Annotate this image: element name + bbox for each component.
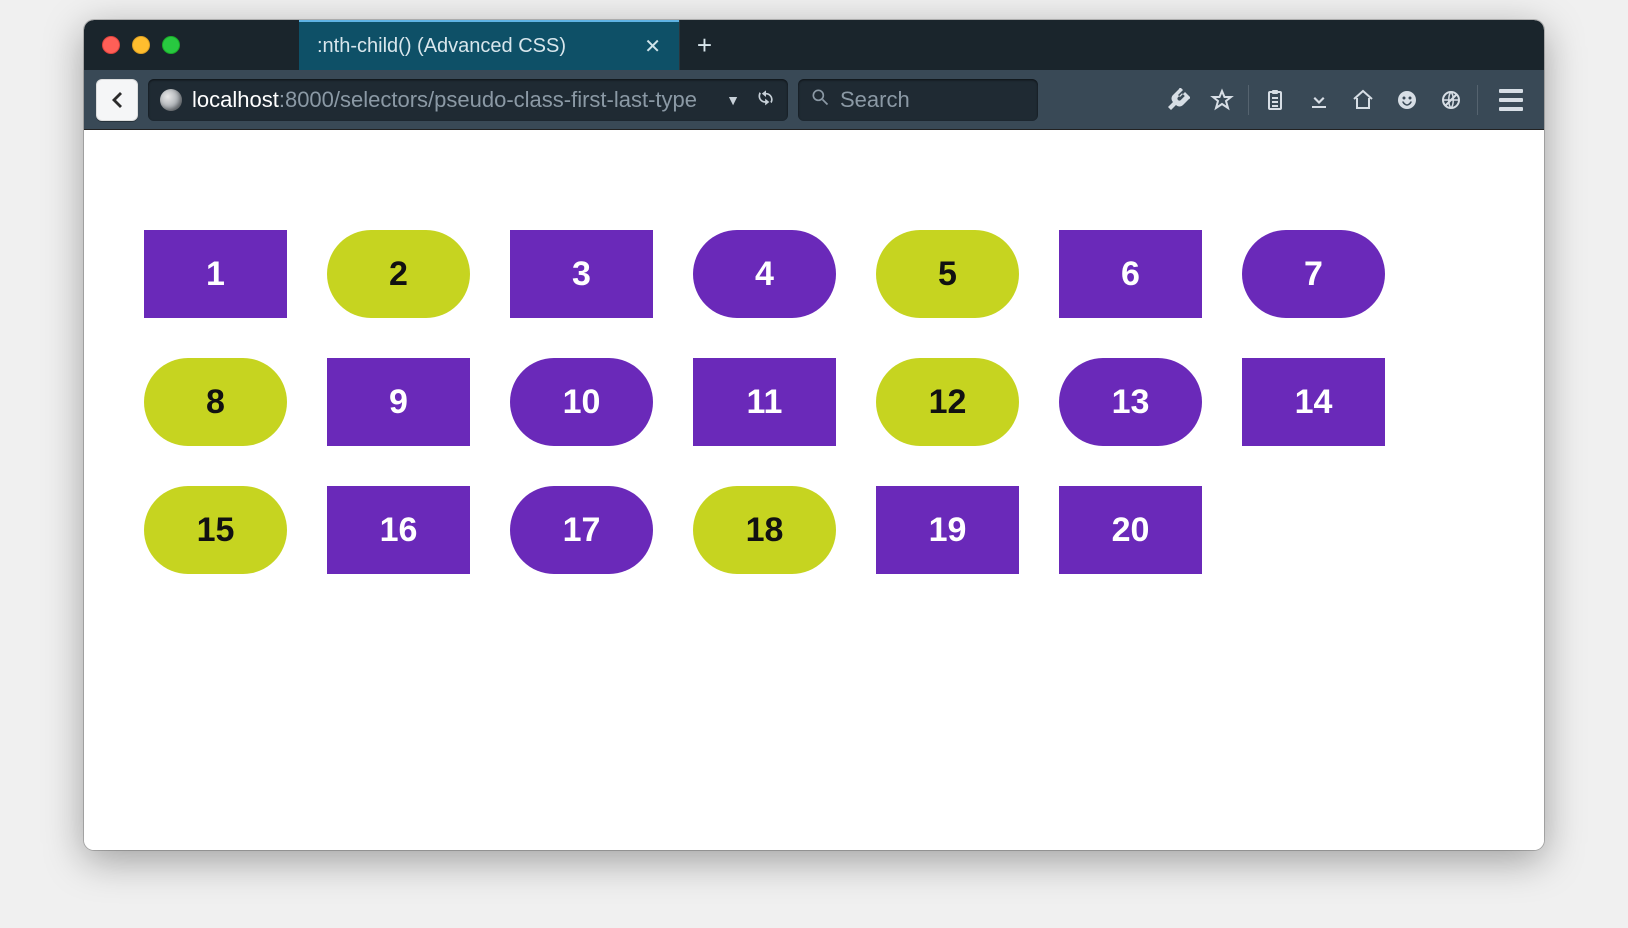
grid-box: 11 [693, 358, 836, 446]
grid-box: 17 [510, 486, 653, 574]
tab-title: :nth-child() (Advanced CSS) [317, 35, 566, 58]
close-window-button[interactable] [102, 36, 120, 54]
grid-box: 5 [876, 230, 1019, 318]
site-identity-icon[interactable] [160, 89, 182, 111]
url-host: localhost [192, 87, 279, 112]
toolbar-icons [1158, 79, 1532, 121]
browser-window: :nth-child() (Advanced CSS) ✕ + localhos… [84, 20, 1544, 850]
grid-box: 2 [327, 230, 470, 318]
clipboard-icon[interactable] [1255, 80, 1295, 120]
grid-box: 8 [144, 358, 287, 446]
home-icon[interactable] [1343, 80, 1383, 120]
url-bar[interactable]: localhost:8000/selectors/pseudo-class-fi… [148, 79, 788, 121]
developer-icon[interactable] [1158, 80, 1198, 120]
bookmark-star-icon[interactable] [1202, 80, 1242, 120]
grid-box: 4 [693, 230, 836, 318]
close-tab-icon[interactable]: ✕ [644, 34, 661, 59]
grid-box: 6 [1059, 230, 1202, 318]
page-content: 1234567891011121314151617181920 [84, 130, 1544, 850]
grid-box: 3 [510, 230, 653, 318]
search-bar[interactable]: Search [798, 79, 1038, 121]
addon-globe-icon[interactable] [1431, 80, 1471, 120]
grid-box: 10 [510, 358, 653, 446]
grid-box: 18 [693, 486, 836, 574]
separator [1248, 85, 1249, 115]
grid-box: 19 [876, 486, 1019, 574]
browser-tab[interactable]: :nth-child() (Advanced CSS) ✕ [299, 20, 679, 70]
url-text: localhost:8000/selectors/pseudo-class-fi… [192, 87, 697, 113]
grid-box: 16 [327, 486, 470, 574]
box-grid: 1234567891011121314151617181920 [144, 230, 1464, 574]
reload-icon[interactable] [756, 87, 776, 112]
grid-box: 20 [1059, 486, 1202, 574]
url-dropdown-icon[interactable]: ▼ [726, 92, 740, 108]
grid-box: 14 [1242, 358, 1385, 446]
grid-box: 15 [144, 486, 287, 574]
grid-box: 7 [1242, 230, 1385, 318]
grid-box: 12 [876, 358, 1019, 446]
url-path: :8000/selectors/pseudo-class-first-last-… [279, 87, 697, 112]
grid-box: 1 [144, 230, 287, 318]
window-controls [84, 20, 299, 70]
back-arrow-icon [105, 88, 129, 112]
grid-box: 13 [1059, 358, 1202, 446]
grid-box: 9 [327, 358, 470, 446]
search-icon [810, 87, 830, 112]
smiley-icon[interactable] [1387, 80, 1427, 120]
separator [1477, 85, 1478, 115]
downloads-icon[interactable] [1299, 80, 1339, 120]
new-tab-button[interactable]: + [679, 20, 729, 70]
titlebar: :nth-child() (Advanced CSS) ✕ + [84, 20, 1544, 70]
search-placeholder: Search [840, 87, 910, 113]
back-button[interactable] [96, 79, 138, 121]
maximize-window-button[interactable] [162, 36, 180, 54]
toolbar: localhost:8000/selectors/pseudo-class-fi… [84, 70, 1544, 130]
minimize-window-button[interactable] [132, 36, 150, 54]
menu-button[interactable] [1490, 79, 1532, 121]
